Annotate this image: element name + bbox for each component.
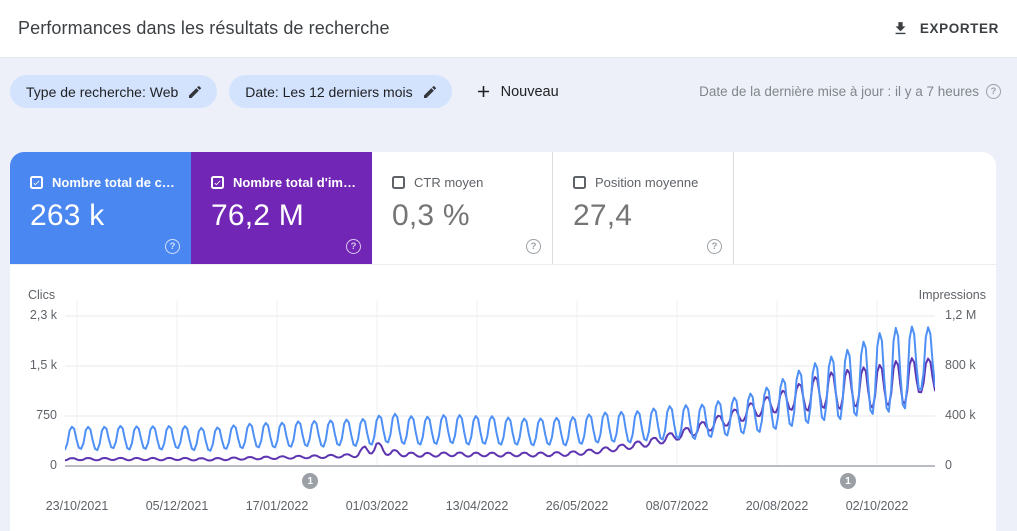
download-icon xyxy=(892,20,909,37)
x-axis-tick: 26/05/2022 xyxy=(545,499,609,513)
left-axis-tick: 0 xyxy=(50,458,57,472)
new-filter-button[interactable]: Nouveau xyxy=(474,82,559,101)
help-icon[interactable]: ? xyxy=(707,239,722,254)
export-label: EXPORTER xyxy=(919,21,999,36)
position-checkbox[interactable] xyxy=(573,176,586,189)
metric-label: CTR moyen xyxy=(414,175,484,190)
help-icon[interactable]: ? xyxy=(346,239,361,254)
line-chart-plot[interactable] xyxy=(65,300,935,470)
right-axis-tick: 800 k xyxy=(945,358,976,372)
metric-value: 263 k xyxy=(30,199,105,232)
right-axis-tick: 1,2 M xyxy=(945,308,977,322)
right-axis-tick: 400 k xyxy=(945,408,976,422)
performance-chart: Clics Impressions 2,3 k 1,5 k 750 0 1,2 … xyxy=(10,265,996,531)
last-update-text: Date de la dernière mise à jour : il y a… xyxy=(699,84,979,99)
clicks-checkbox[interactable] xyxy=(30,176,43,189)
plus-icon xyxy=(474,82,493,101)
metric-tiles: Nombre total de c… 263 k ? Nombre total … xyxy=(10,152,996,265)
header: Performances dans les résultats de reche… xyxy=(0,0,1017,58)
metric-label: Nombre total de c… xyxy=(52,175,175,190)
filter-bar: Type de recherche: Web Date: Les 12 dern… xyxy=(0,58,1017,108)
metric-tile-1[interactable]: Nombre total d'im… 76,2 M ? xyxy=(191,152,372,264)
metric-tile-0[interactable]: Nombre total de c… 263 k ? xyxy=(10,152,191,264)
x-axis-tick: 08/07/2022 xyxy=(645,499,709,513)
impressions-checkbox[interactable] xyxy=(211,176,224,189)
left-axis-tick: 2,3 k xyxy=(29,308,57,322)
help-icon[interactable]: ? xyxy=(526,239,541,254)
help-icon[interactable]: ? xyxy=(986,84,1001,99)
left-axis-tick: 1,5 k xyxy=(29,358,57,372)
right-axis-tick: 0 xyxy=(945,458,952,472)
last-update-info: Date de la dernière mise à jour : il y a… xyxy=(699,84,1001,99)
ctr-checkbox[interactable] xyxy=(392,176,405,189)
x-axis-tick: 17/01/2022 xyxy=(245,499,309,513)
metric-tile-2[interactable]: CTR moyen 0,3 % ? xyxy=(372,152,553,264)
metric-label: Position moyenne xyxy=(595,175,699,190)
left-axis-tick: 750 xyxy=(36,408,57,422)
left-axis-title: Clics xyxy=(28,288,56,302)
metric-value: 0,3 % xyxy=(392,199,470,232)
annotation-marker[interactable]: 1 xyxy=(840,473,856,489)
metric-label: Nombre total d'im… xyxy=(233,175,356,190)
new-filter-label: Nouveau xyxy=(500,83,559,100)
x-axis-tick: 13/04/2022 xyxy=(445,499,509,513)
x-axis-tick: 02/10/2022 xyxy=(845,499,909,513)
metric-tile-3[interactable]: Position moyenne 27,4 ? xyxy=(553,152,734,264)
metric-value: 27,4 xyxy=(573,199,633,232)
x-axis-tick: 05/12/2021 xyxy=(145,499,209,513)
performance-card: Nombre total de c… 263 k ? Nombre total … xyxy=(10,152,996,531)
annotation-marker[interactable]: 1 xyxy=(302,473,319,489)
x-axis-tick: 20/08/2022 xyxy=(745,499,809,513)
page-title: Performances dans les résultats de reche… xyxy=(18,18,390,38)
metric-value: 76,2 M xyxy=(211,199,304,232)
help-icon[interactable]: ? xyxy=(165,239,180,254)
search-type-chip[interactable]: Type de recherche: Web xyxy=(10,75,218,108)
x-axis-tick: 01/03/2022 xyxy=(345,499,409,513)
search-type-chip-label: Type de recherche: Web xyxy=(26,83,179,100)
edit-icon xyxy=(422,84,438,100)
date-filter-chip[interactable]: Date: Les 12 derniers mois xyxy=(229,75,452,108)
export-button[interactable]: EXPORTER xyxy=(892,20,999,37)
edit-icon xyxy=(187,84,203,100)
date-filter-chip-label: Date: Les 12 derniers mois xyxy=(245,83,413,100)
x-axis-tick: 23/10/2021 xyxy=(45,499,109,513)
